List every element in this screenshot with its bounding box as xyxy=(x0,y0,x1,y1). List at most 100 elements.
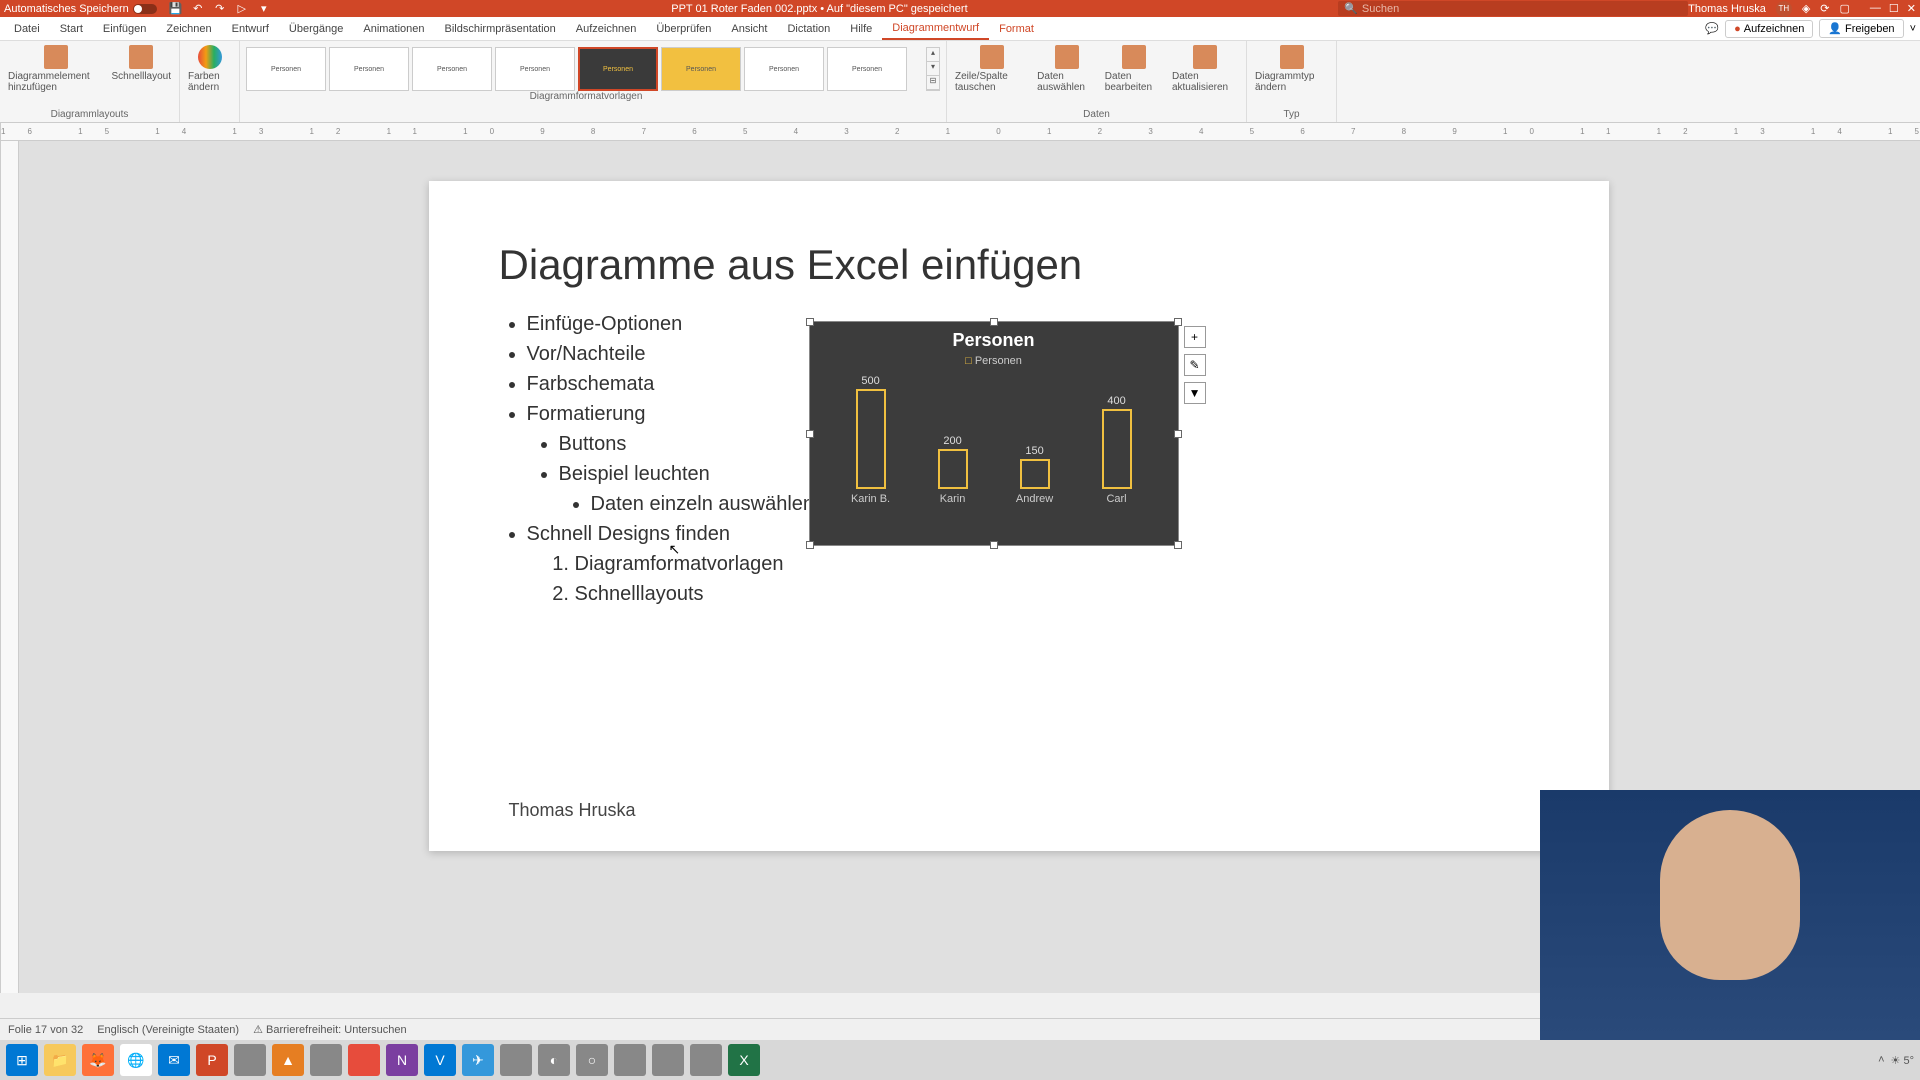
tab-dictation[interactable]: Dictation xyxy=(777,17,840,40)
minimize-icon[interactable]: — xyxy=(1870,2,1881,15)
add-chart-element-button[interactable]: Diagrammelement hinzufügen xyxy=(6,43,106,95)
group-label-type: Typ xyxy=(1283,109,1299,120)
share-button[interactable]: 👤Freigeben xyxy=(1819,19,1903,38)
excel-icon[interactable]: X xyxy=(728,1044,760,1076)
undo-icon[interactable]: ↶ xyxy=(191,2,205,16)
chart-style-6[interactable]: Personen xyxy=(661,47,741,91)
more-icon[interactable]: ▾ xyxy=(257,2,271,16)
autosave-toggle[interactable]: Automatisches Speichern xyxy=(4,3,157,15)
chart-style-2[interactable]: Personen xyxy=(329,47,409,91)
firefox-icon[interactable]: 🦊 xyxy=(82,1044,114,1076)
powerpoint-icon[interactable]: P xyxy=(196,1044,228,1076)
app-icon-11[interactable] xyxy=(690,1044,722,1076)
user-name: Thomas Hruska xyxy=(1688,3,1766,15)
tab-format[interactable]: Format xyxy=(989,17,1044,40)
embedded-chart[interactable]: Personen Personen 500Karin B.200Karin150… xyxy=(809,321,1179,546)
slide-title[interactable]: Diagramme aus Excel einfügen xyxy=(499,241,1539,289)
refresh-data-button[interactable]: Daten aktualisieren xyxy=(1170,43,1240,95)
record-button[interactable]: ●Aufzeichnen xyxy=(1725,20,1813,38)
ribbon-content: Diagrammelement hinzufügen Schnelllayout… xyxy=(0,41,1920,123)
app-icon-8[interactable]: ○ xyxy=(576,1044,608,1076)
tab-uebergaenge[interactable]: Übergänge xyxy=(279,17,353,40)
app-icon-3[interactable] xyxy=(310,1044,342,1076)
select-data-icon xyxy=(1055,45,1079,69)
swap-row-col-button[interactable]: Zeile/Spalte tauschen xyxy=(953,43,1031,95)
tab-hilfe[interactable]: Hilfe xyxy=(840,17,882,40)
sync-icon[interactable]: ⟳ xyxy=(1820,2,1829,15)
slide[interactable]: Diagramme aus Excel einfügen Einfüge-Opt… xyxy=(429,181,1609,851)
chart-elements-button[interactable]: + xyxy=(1184,326,1206,348)
chart-style-4[interactable]: Personen xyxy=(495,47,575,91)
outlook-icon[interactable]: ✉ xyxy=(158,1044,190,1076)
add-element-icon xyxy=(44,45,68,69)
slide-counter[interactable]: Folie 17 von 32 xyxy=(8,1024,83,1036)
window-icon[interactable]: ▢ xyxy=(1840,2,1850,15)
tab-praesentation[interactable]: Bildschirmpräsentation xyxy=(435,17,566,40)
weather-widget[interactable]: ☀ 5° xyxy=(1891,1054,1914,1067)
gallery-scroll[interactable]: ▴▾⊟ xyxy=(926,47,940,91)
palette-icon xyxy=(198,45,222,69)
app-icon-9[interactable] xyxy=(614,1044,646,1076)
chart-style-1[interactable]: Personen xyxy=(246,47,326,91)
tab-zeichnen[interactable]: Zeichnen xyxy=(156,17,221,40)
chart-filters-button[interactable]: ▼ xyxy=(1184,382,1206,404)
tab-entwurf[interactable]: Entwurf xyxy=(222,17,279,40)
tab-datei[interactable]: Datei xyxy=(4,17,50,40)
search-placeholder: Suchen xyxy=(1362,3,1399,15)
chart-plot-area[interactable]: 500Karin B.200Karin150Andrew400Carl xyxy=(810,375,1178,505)
tray-chevron-icon[interactable]: ˄ xyxy=(1878,1054,1884,1066)
chart-title[interactable]: Personen xyxy=(810,322,1178,351)
chart-style-7[interactable]: Personen xyxy=(744,47,824,91)
edit-data-button[interactable]: Daten bearbeiten xyxy=(1103,43,1166,95)
diamond-icon[interactable]: ◈ xyxy=(1802,2,1810,15)
user-avatar[interactable]: TH xyxy=(1776,1,1792,17)
app-icon-5[interactable]: ✈ xyxy=(462,1044,494,1076)
app-icon-2[interactable]: ▲ xyxy=(272,1044,304,1076)
explorer-icon[interactable]: 📁 xyxy=(44,1044,76,1076)
change-colors-button[interactable]: Farben ändern xyxy=(186,43,233,95)
app-icon-1[interactable] xyxy=(234,1044,266,1076)
group-label-data: Daten xyxy=(1083,109,1110,120)
close-icon[interactable]: ✕ xyxy=(1907,2,1916,15)
chart-style-3[interactable]: Personen xyxy=(412,47,492,91)
maximize-icon[interactable]: ☐ xyxy=(1889,2,1899,15)
slideshow-icon[interactable]: ▷ xyxy=(235,2,249,16)
chart-styles-button[interactable]: ✎ xyxy=(1184,354,1206,376)
tab-aufzeichnen[interactable]: Aufzeichnen xyxy=(566,17,647,40)
tab-ansicht[interactable]: Ansicht xyxy=(721,17,777,40)
search-box[interactable]: 🔍 Suchen xyxy=(1338,1,1688,16)
tab-animationen[interactable]: Animationen xyxy=(353,17,434,40)
chart-legend[interactable]: Personen xyxy=(810,355,1178,367)
app-icon-4[interactable] xyxy=(348,1044,380,1076)
autosave-label: Automatisches Speichern xyxy=(4,3,129,15)
quick-layout-icon xyxy=(129,45,153,69)
language-status[interactable]: Englisch (Vereinigte Staaten) xyxy=(97,1024,239,1036)
app-icon-7[interactable]: ◐ xyxy=(538,1044,570,1076)
slide-footer-author[interactable]: Thomas Hruska xyxy=(509,800,636,821)
app-icon-10[interactable] xyxy=(652,1044,684,1076)
save-icon[interactable]: 💾 xyxy=(169,2,183,16)
collapse-ribbon-icon[interactable]: ˅ xyxy=(1910,23,1916,35)
quick-layout-button[interactable]: Schnelllayout xyxy=(110,43,173,95)
tab-diagrammentwurf[interactable]: Diagrammentwurf xyxy=(882,17,989,40)
quick-access-toolbar: 💾 ↶ ↷ ▷ ▾ xyxy=(169,2,271,16)
edit-data-icon xyxy=(1122,45,1146,69)
slide-body-text[interactable]: Einfüge-Optionen Vor/Nachteile Farbschem… xyxy=(499,309,815,609)
ribbon-tabs: Datei Start Einfügen Zeichnen Entwurf Üb… xyxy=(0,17,1920,41)
chrome-icon[interactable]: 🌐 xyxy=(120,1044,152,1076)
chart-style-8[interactable]: Personen xyxy=(827,47,907,91)
tab-start[interactable]: Start xyxy=(50,17,93,40)
redo-icon[interactable]: ↷ xyxy=(213,2,227,16)
accessibility-status[interactable]: ⚠ Barrierefreiheit: Untersuchen xyxy=(253,1023,407,1036)
horizontal-ruler: 16 15 14 13 12 11 10 9 8 7 6 5 4 3 2 1 0… xyxy=(1,123,1920,141)
tab-einfuegen[interactable]: Einfügen xyxy=(93,17,156,40)
visio-icon[interactable]: V xyxy=(424,1044,456,1076)
start-button[interactable]: ⊞ xyxy=(6,1044,38,1076)
select-data-button[interactable]: Daten auswählen xyxy=(1035,43,1099,95)
onenote-icon[interactable]: N xyxy=(386,1044,418,1076)
comments-icon[interactable]: 💬 xyxy=(1705,22,1719,35)
change-chart-type-button[interactable]: Diagrammtyp ändern xyxy=(1253,43,1330,95)
tab-ueberpruefen[interactable]: Überprüfen xyxy=(646,17,721,40)
app-icon-6[interactable] xyxy=(500,1044,532,1076)
chart-style-5-selected[interactable]: Personen xyxy=(578,47,658,91)
